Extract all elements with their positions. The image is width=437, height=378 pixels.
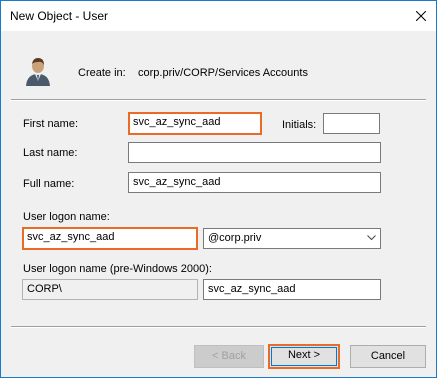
create-in-label: Create in:: [78, 67, 126, 79]
divider-bottom: [11, 326, 426, 328]
back-button[interactable]: < Back: [194, 345, 264, 368]
title-bar: New Object - User: [1, 1, 436, 31]
initials-field[interactable]: [323, 113, 380, 134]
last-name-field[interactable]: [128, 142, 381, 163]
new-object-user-dialog: New Object - User Create in: corp.priv/C…: [0, 0, 437, 378]
next-button-label: Next >: [287, 349, 321, 361]
next-button[interactable]: Next >: [268, 344, 340, 369]
pre2000-domain-field: CORP\: [22, 279, 198, 300]
create-in-path: corp.priv/CORP/Services Accounts: [138, 67, 308, 79]
first-name-field[interactable]: svc_az_sync_aad: [128, 112, 262, 135]
logon-name-field[interactable]: svc_az_sync_aad: [22, 227, 198, 250]
window-title: New Object - User: [10, 9, 109, 23]
close-button[interactable]: [406, 1, 436, 31]
user-icon: [26, 58, 50, 86]
cancel-button[interactable]: Cancel: [350, 345, 426, 368]
pre2000-logon-field[interactable]: svc_az_sync_aad: [203, 279, 381, 300]
full-name-field[interactable]: svc_az_sync_aad: [128, 172, 381, 193]
divider-top: [11, 99, 426, 101]
pre2000-label: User logon name (pre-Windows 2000):: [23, 263, 212, 275]
full-name-label: Full name:: [23, 178, 75, 190]
domain-select[interactable]: @corp.priv: [203, 228, 381, 249]
initials-label: Initials:: [282, 119, 317, 131]
domain-select-value: @corp.priv: [208, 232, 262, 244]
first-name-label: First name:: [23, 118, 79, 130]
chevron-down-icon: [367, 235, 376, 241]
header-area: Create in: corp.priv/CORP/Services Accou…: [1, 31, 436, 109]
last-name-label: Last name:: [23, 147, 78, 159]
logon-name-label: User logon name:: [23, 211, 110, 223]
close-icon: [416, 11, 426, 21]
